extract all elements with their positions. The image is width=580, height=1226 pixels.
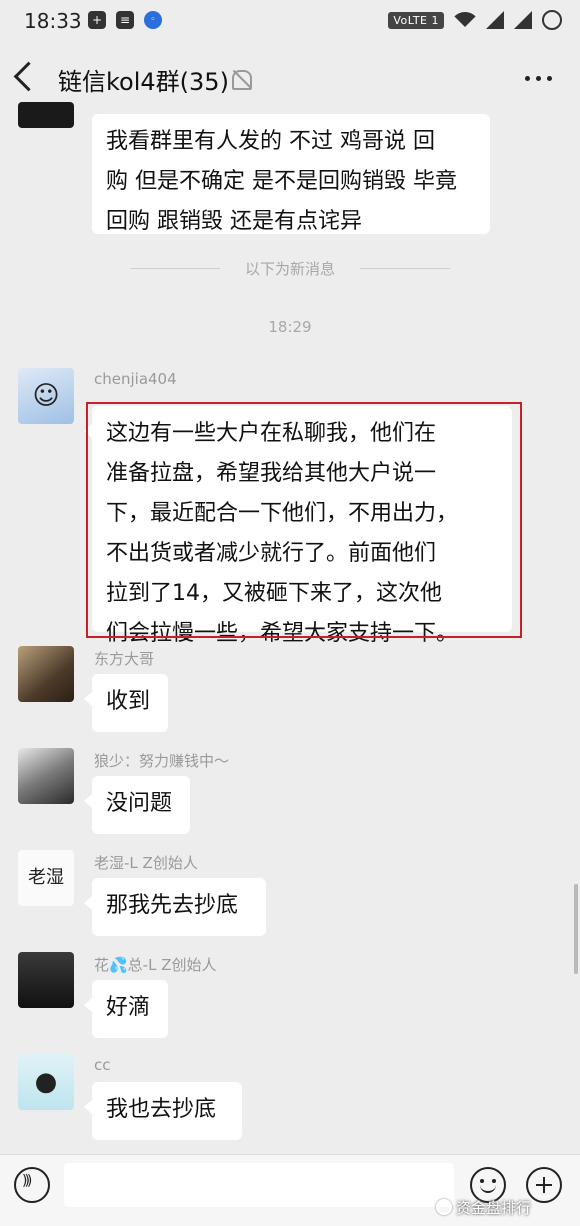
input-bar: 资金盘排行 — [0, 1154, 580, 1226]
avatar[interactable]: ● — [18, 1054, 74, 1110]
sender-name: chenjia404 — [94, 370, 177, 388]
bird-avatar-icon: ● — [34, 1067, 58, 1097]
signal-2-icon — [514, 11, 532, 29]
new-messages-divider: 以下为新消息 — [130, 258, 450, 279]
signal-icon — [486, 11, 504, 29]
avatar[interactable]: ☺ — [18, 368, 74, 424]
wifi-icon — [454, 12, 476, 28]
sender-name: cc — [94, 1056, 111, 1074]
more-actions-plus-icon[interactable] — [526, 1167, 562, 1203]
status-indicators: VoLTE 1 — [388, 10, 562, 30]
message-bubble[interactable]: 好滴 — [84, 980, 168, 1038]
app-badge-icon: ◦ — [144, 11, 162, 29]
scrollbar[interactable] — [574, 884, 578, 974]
app-notification-icon: + — [88, 11, 106, 29]
message-bubble[interactable]: 那我先去抄底 — [84, 878, 266, 936]
message-notification-icon: ≡ — [116, 11, 134, 29]
notification-icons: + ≡ ◦ — [88, 11, 162, 29]
group-title: 链信kol4群(35) — [58, 68, 229, 96]
avatar[interactable] — [18, 748, 74, 804]
avatar[interactable]: 老湿 — [18, 850, 74, 906]
message-timestamp: 18:29 — [268, 318, 312, 336]
avatar[interactable] — [18, 102, 74, 128]
sender-name: 花💦总-L Z创始人 — [94, 956, 217, 974]
chat-area[interactable]: 我看群里有人发的 不过 鸡哥说 回 购 但是不确定 是不是回购销毁 毕竟 回购 … — [0, 102, 580, 1154]
battery-icon — [542, 10, 562, 30]
calligraphy-avatar-label: 老湿 — [28, 867, 64, 888]
message-bubble[interactable]: 没问题 — [84, 776, 190, 834]
message-bubble[interactable]: 我看群里有人发的 不过 鸡哥说 回 购 但是不确定 是不是回购销毁 毕竟 回购 … — [92, 114, 490, 234]
watermark-text: 资金盘排行 — [456, 1199, 532, 1217]
avatar[interactable] — [18, 952, 74, 1008]
more-options-icon[interactable] — [525, 76, 552, 81]
sender-name: 老湿-L Z创始人 — [94, 854, 198, 872]
avatar[interactable] — [18, 646, 74, 702]
message-input[interactable] — [64, 1163, 454, 1207]
highlight-box — [86, 402, 522, 638]
voice-input-icon[interactable] — [14, 1167, 50, 1203]
sender-name: 东方大哥 — [94, 650, 155, 668]
status-time: 18:33 — [24, 9, 82, 33]
message-bubble[interactable]: 收到 — [84, 674, 168, 732]
wechat-logo-icon — [436, 1199, 452, 1215]
volte-badge: VoLTE 1 — [388, 11, 444, 29]
cartoon-avatar-icon: ☺ — [32, 381, 60, 411]
back-arrow-icon[interactable] — [13, 61, 44, 92]
watermark: 资金盘排行 — [436, 1197, 531, 1218]
status-bar: 18:33 + ≡ ◦ VoLTE 1 — [0, 0, 580, 44]
sender-name: 狼少：努力赚钱中～ — [94, 752, 230, 770]
mute-bell-icon — [232, 70, 252, 90]
chat-header: 链信kol4群(35) — [0, 44, 580, 114]
message-bubble[interactable]: 我也去抄底 — [84, 1082, 242, 1140]
